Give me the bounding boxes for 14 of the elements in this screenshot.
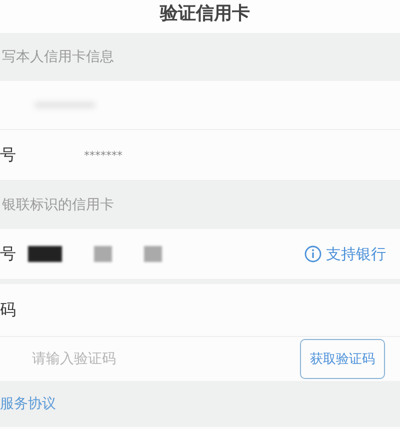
supported-banks-link[interactable]: 支持银行: [304, 244, 386, 264]
get-code-button[interactable]: 获取验证码: [300, 339, 385, 379]
redacted-mark: [94, 246, 112, 262]
info-icon: [304, 245, 322, 263]
masked-value: *******: [84, 148, 122, 162]
redacted-mark: [28, 246, 62, 262]
redacted-mark: [144, 246, 162, 262]
field-label: 号: [0, 244, 16, 264]
section-header: 写本人信用卡信息: [2, 48, 114, 66]
field-label: 码: [0, 300, 16, 320]
verification-code-field[interactable]: 请输入验证码: [30, 350, 174, 368]
field-label: 号: [0, 144, 16, 166]
section-header: 银联标识的信用卡: [2, 196, 114, 214]
service-agreement-link[interactable]: 服务协议: [0, 395, 56, 413]
